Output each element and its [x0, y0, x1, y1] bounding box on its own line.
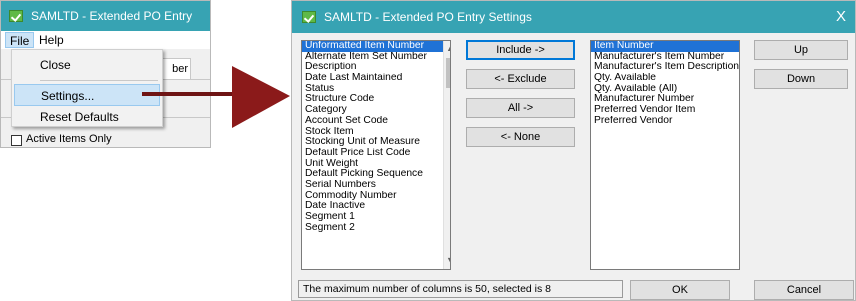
- dialog-title: SAMLTD - Extended PO Entry Settings: [324, 10, 532, 24]
- available-columns-list[interactable]: Unformatted Item Number Alternate Item Se…: [301, 40, 451, 270]
- menu-help[interactable]: Help: [35, 32, 68, 48]
- title-bar: SAMLTD - Extended PO Entry Settings X: [292, 1, 855, 33]
- menu-item-settings[interactable]: Settings...: [14, 84, 160, 106]
- list-item[interactable]: Description: [302, 62, 450, 73]
- list-item[interactable]: Commodity Number: [302, 191, 450, 202]
- list-item[interactable]: Category: [302, 105, 450, 116]
- list-item[interactable]: Unformatted Item Number: [302, 41, 450, 52]
- exclude-all-button[interactable]: <- None: [466, 127, 575, 147]
- list-item[interactable]: Structure Code: [302, 94, 450, 105]
- list-item[interactable]: Stock Item: [302, 127, 450, 138]
- list-item[interactable]: Manufacturer's Item Description: [591, 62, 739, 73]
- list-item[interactable]: Account Set Code: [302, 116, 450, 127]
- ok-button[interactable]: OK: [630, 280, 730, 300]
- list-item[interactable]: Qty. Available: [591, 73, 739, 84]
- list-item[interactable]: Alternate Item Set Number: [302, 52, 450, 63]
- scroll-thumb[interactable]: [446, 58, 450, 88]
- list-item[interactable]: Manufacturer Number: [591, 94, 739, 105]
- move-up-button[interactable]: Up: [754, 40, 848, 60]
- window-title: SAMLTD - Extended PO Entry: [31, 9, 193, 23]
- list-item[interactable]: Preferred Vendor: [591, 116, 739, 127]
- menu-file[interactable]: File: [5, 32, 35, 48]
- menu-item-reset-defaults[interactable]: Reset Defaults: [14, 106, 160, 128]
- list-item[interactable]: Serial Numbers: [302, 180, 450, 191]
- list-item[interactable]: Qty. Available (All): [591, 84, 739, 95]
- settings-dialog: SAMLTD - Extended PO Entry Settings X Un…: [291, 0, 856, 301]
- menu-bar: File Help: [1, 31, 210, 49]
- red-arrow-icon: [142, 66, 290, 128]
- list-item[interactable]: Default Price List Code: [302, 148, 450, 159]
- vertical-scrollbar[interactable]: ▲ ▼: [443, 41, 450, 269]
- include-all-button[interactable]: All ->: [466, 98, 575, 118]
- available-columns-items: Unformatted Item Number Alternate Item Se…: [302, 41, 450, 233]
- list-item[interactable]: Stocking Unit of Measure: [302, 137, 450, 148]
- list-item[interactable]: Status: [302, 84, 450, 95]
- move-down-button[interactable]: Down: [754, 69, 848, 89]
- list-item[interactable]: Preferred Vendor Item: [591, 105, 739, 116]
- list-item[interactable]: Manufacturer's Item Number: [591, 52, 739, 63]
- list-item[interactable]: Unit Weight: [302, 159, 450, 170]
- list-item[interactable]: Default Picking Sequence: [302, 169, 450, 180]
- scroll-up-icon[interactable]: ▲: [446, 43, 450, 53]
- close-icon[interactable]: X: [836, 8, 846, 25]
- cancel-button[interactable]: Cancel: [754, 280, 854, 300]
- include-button[interactable]: Include ->: [466, 40, 575, 60]
- selected-columns-items: Item Number Manufacturer's Item Number Man…: [591, 41, 739, 127]
- list-item[interactable]: Date Inactive: [302, 201, 450, 212]
- status-message: The maximum number of columns is 50, sel…: [298, 280, 623, 298]
- selected-columns-list[interactable]: Item Number Manufacturer's Item Number Man…: [590, 40, 740, 270]
- list-item[interactable]: Segment 2: [302, 223, 450, 234]
- active-items-only-checkbox[interactable]: [11, 135, 22, 146]
- active-items-only-label: Active Items Only: [26, 133, 112, 145]
- app-checkmark-icon: [9, 10, 23, 22]
- scroll-down-icon[interactable]: ▼: [446, 255, 450, 265]
- list-item[interactable]: Item Number: [591, 41, 739, 52]
- menu-item-close[interactable]: Close: [14, 54, 160, 76]
- app-checkmark-icon: [302, 11, 316, 23]
- exclude-button[interactable]: <- Exclude: [466, 69, 575, 89]
- list-item[interactable]: Segment 1: [302, 212, 450, 223]
- title-bar: SAMLTD - Extended PO Entry: [1, 1, 210, 31]
- list-item[interactable]: Date Last Maintained: [302, 73, 450, 84]
